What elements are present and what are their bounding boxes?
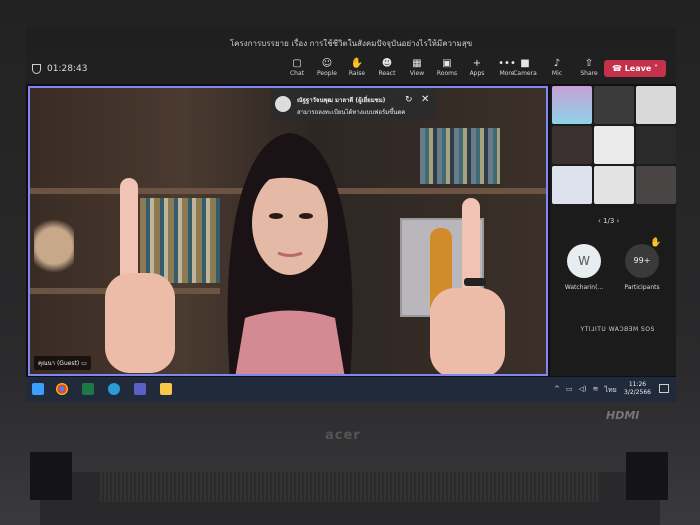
window-titlebar: โครงการบรรยาย เรื่อง การใช้ชีวิตในสังคมป… [26, 28, 676, 54]
smile-icon: ☻ [381, 58, 393, 69]
participant-tile[interactable] [552, 166, 592, 204]
mic-button[interactable]: ♪ Mic [544, 57, 570, 77]
participant-tile[interactable] [594, 166, 634, 204]
hand-icon: ✋ [350, 58, 364, 69]
language-indicator[interactable]: ไทย [605, 385, 617, 396]
avatar[interactable]: W [567, 244, 601, 278]
excel-icon[interactable] [82, 383, 94, 395]
meeting-toolbar: 01:28:43 ▢ Chat ☺ People ✋ Raise ☻ React ▦ Vi… [26, 54, 676, 84]
speaker-grill [100, 472, 600, 502]
laptop-screen: โครงการบรรยาย เรื่อง การใช้ชีวิตในสังคมป… [26, 28, 676, 402]
notification-message: สามารถลงทะเบียนได้ทางแบบฟอร์มขึ้นตค [297, 109, 406, 116]
participant-label: Watcharin(... [564, 284, 604, 291]
right-hand-image [430, 198, 505, 374]
chevron-left-icon[interactable]: ‹ [598, 217, 601, 225]
dried-flowers-image [34, 206, 74, 286]
participant-tile[interactable] [636, 166, 676, 204]
clock-date: 3/2/2566 [624, 389, 651, 396]
reply-icon[interactable]: ↻ [405, 95, 413, 105]
participant-tile[interactable] [636, 86, 676, 124]
participants-count[interactable]: 99+ [625, 244, 659, 278]
presenter-image [227, 133, 353, 374]
share-button[interactable]: ⇧ Share [576, 57, 602, 77]
grid-icon: ▦ [412, 58, 422, 69]
react-button[interactable]: ☻ React [374, 57, 400, 77]
windows-start-icon[interactable] [32, 383, 44, 395]
participant-tile[interactable] [594, 86, 634, 124]
battery-icon[interactable]: ▭ [566, 385, 573, 396]
view-button[interactable]: ▦ View [404, 57, 430, 77]
left-hand-image [105, 178, 175, 373]
avatar [275, 96, 291, 112]
gallery-pager: ‹ 1/3 › [598, 217, 620, 225]
window-title: โครงการบรรยาย เรื่อง การใช้ชีวิตในสังคมป… [229, 39, 473, 48]
participant-name-tag: คุณนา (Guest) ▭ [34, 356, 91, 370]
camera-icon: ■ [520, 58, 530, 69]
close-icon[interactable]: ✕ [421, 94, 429, 105]
participant-tile[interactable] [552, 86, 592, 124]
timer-text: 01:28:43 [47, 64, 88, 74]
hinge-left [30, 452, 72, 500]
participant-tile[interactable] [594, 126, 634, 164]
teams-icon[interactable] [134, 383, 146, 395]
chat-button[interactable]: ▢ Chat [284, 57, 310, 77]
windows-taskbar: ^ ▭ ◁) ≋ ไทย 11:26 3/2/2566 [26, 377, 676, 402]
camera-button[interactable]: ■ Camera [512, 57, 538, 77]
notification-sender: ณัฐฐาวัจนพุฒ มาลาดี (ผู้เยี่ยมชม) [297, 97, 386, 104]
chevron-right-icon[interactable]: › [617, 217, 620, 225]
screen-share-icon: ▭ [81, 360, 87, 367]
device-controls: ■ Camera ♪ Mic ⇧ Share [512, 57, 602, 77]
wifi-icon[interactable]: ≋ [593, 385, 599, 396]
chat-icon: ▢ [292, 58, 302, 69]
participant-tile[interactable] [636, 126, 676, 164]
rooms-button[interactable]: ▣ Rooms [434, 57, 460, 77]
mirrored-text: ƧOƧ MEBCAW UTILITY [580, 326, 655, 333]
raise-hand-button[interactable]: ✋ Raise [344, 57, 370, 77]
clock-time: 11:26 [628, 381, 647, 388]
rooms-icon: ▣ [442, 58, 452, 69]
participant-tile[interactable] [552, 126, 592, 164]
people-button[interactable]: ☺ People [314, 57, 340, 77]
people-icon: ☺ [321, 58, 333, 69]
toolbar-actions: ▢ Chat ☺ People ✋ Raise ☻ React ▦ View ▣ Rooms… [284, 57, 520, 77]
phone-icon: ☎ [611, 64, 625, 73]
taskbar-clock[interactable]: 11:26 3/2/2566 [624, 381, 651, 397]
volume-icon[interactable]: ◁) [579, 385, 587, 396]
apps-button[interactable]: + Apps [464, 57, 490, 77]
plus-icon: + [472, 58, 482, 69]
meeting-timer: 01:28:43 [32, 64, 87, 74]
system-tray: ^ ▭ ◁) ≋ ไทย [554, 385, 617, 396]
notification-icon[interactable] [659, 384, 669, 393]
share-icon: ⇧ [584, 58, 594, 69]
chevron-up-icon[interactable]: ^ [554, 385, 560, 396]
shield-icon [32, 64, 41, 74]
participant-sidebar: ‹ 1/3 › W Watcharin(... 99+ ✋ Participan… [550, 86, 676, 376]
chrome-icon[interactable] [56, 383, 68, 395]
mic-icon: ♪ [553, 58, 561, 69]
leave-button[interactable]: ☎ Leave ˅ [604, 60, 666, 77]
edge-icon[interactable] [108, 383, 120, 395]
chat-notification[interactable]: ณัฐฐาวัจนพุฒ มาลาดี (ผู้เยี่ยมชม) สามารถ… [271, 90, 436, 120]
laptop-brand-logo: acer [325, 428, 361, 443]
books-image [420, 128, 500, 184]
folder-icon[interactable] [160, 383, 172, 395]
hinge-right [626, 452, 668, 500]
hdmi-label: HDMI [606, 409, 640, 422]
raised-hand-icon: ✋ [650, 238, 662, 248]
participants-label: Participants [624, 284, 660, 291]
main-video-stage[interactable]: คุณนา (Guest) ▭ [28, 86, 548, 376]
